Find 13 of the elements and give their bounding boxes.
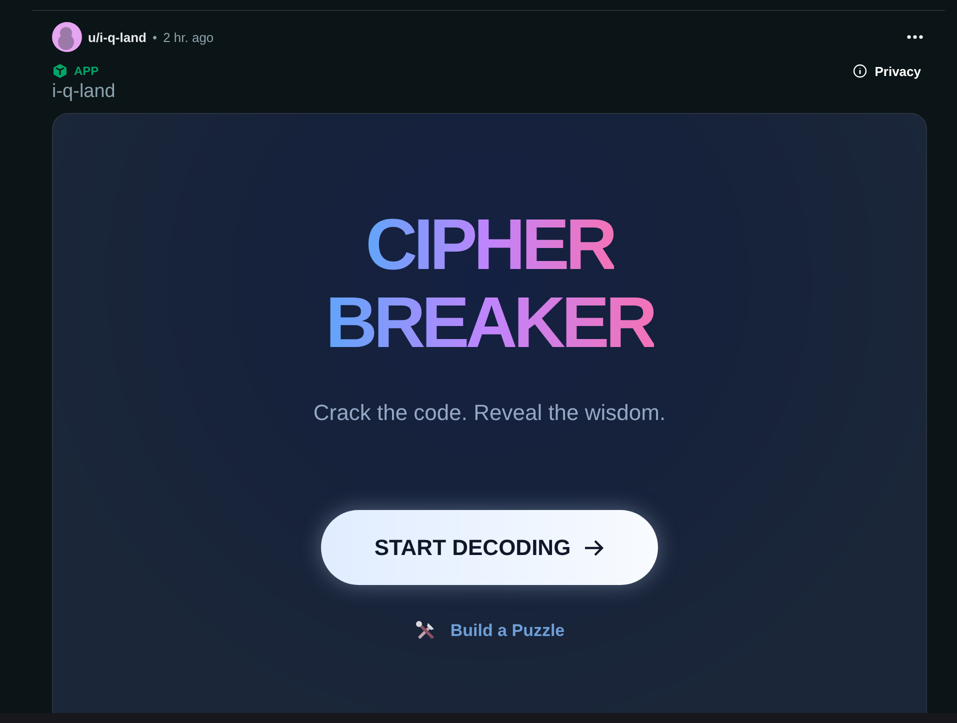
privacy-button[interactable]: Privacy: [846, 64, 927, 78]
info-icon: [852, 64, 867, 78]
post-time: 2 hr. ago: [163, 30, 214, 44]
author-name[interactable]: u/i-q-land: [88, 30, 146, 44]
cube-icon: [52, 63, 68, 79]
app-label: APP: [74, 64, 99, 78]
arrow-right-icon: [582, 538, 605, 556]
separator-dot: •: [152, 30, 158, 44]
build-puzzle-link[interactable]: Build a Puzzle: [414, 619, 565, 643]
avatar-icon: [52, 22, 82, 52]
tagline: Crack the code. Reveal the wisdom.: [313, 400, 666, 426]
start-decoding-button[interactable]: START DECODING: [321, 510, 658, 585]
post-title: i-q-land: [52, 81, 116, 103]
